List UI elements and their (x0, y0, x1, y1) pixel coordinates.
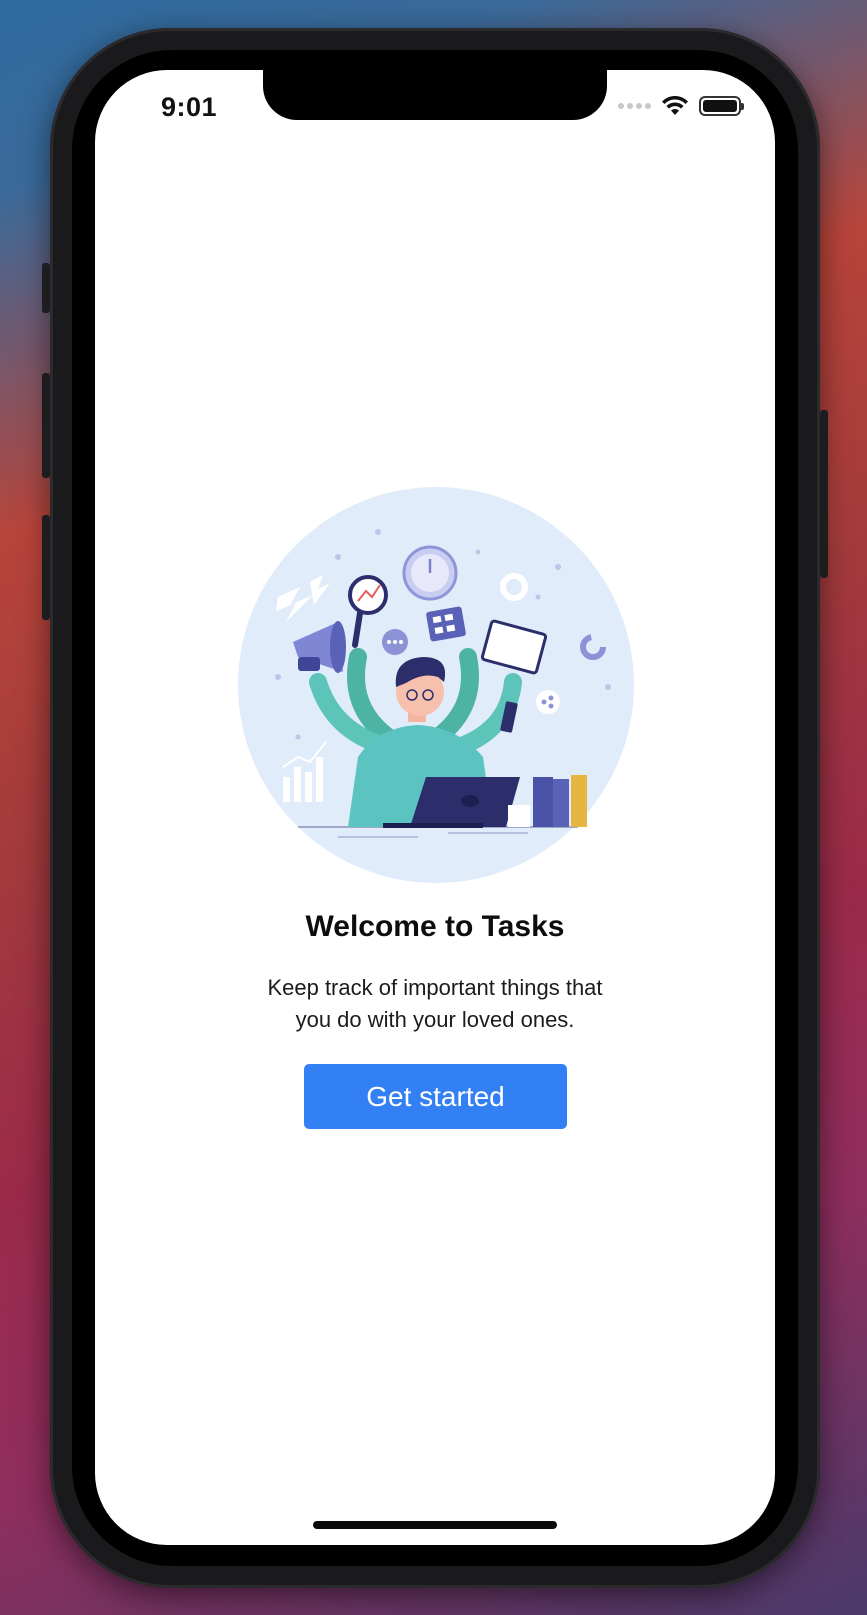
volume-down-button (42, 515, 50, 620)
battery-icon (699, 96, 744, 116)
volume-up-button (42, 373, 50, 478)
get-started-button[interactable]: Get started (304, 1064, 567, 1129)
home-indicator[interactable] (313, 1521, 557, 1529)
status-icons (618, 96, 744, 116)
calculator-icon (426, 606, 466, 642)
power-button (820, 410, 828, 578)
status-time: 9:01 (161, 92, 218, 122)
subtitle-line-2: you do with your loved ones. (295, 1007, 575, 1032)
wifi-icon (662, 96, 688, 115)
subtitle-line-1: Keep track of important things that (267, 975, 603, 1000)
clock-icon (402, 545, 458, 601)
welcome-title: Welcome to Tasks (305, 910, 565, 943)
silent-switch (42, 263, 50, 313)
multitasking-illustration (238, 487, 634, 883)
cellular-signal-icon (618, 103, 651, 109)
welcome-subtitle: Keep track of important things that you … (215, 972, 655, 1036)
app-screen: 9:01 Welcome to Tasks Keep track of impo… (95, 70, 775, 1545)
notch (263, 70, 607, 120)
